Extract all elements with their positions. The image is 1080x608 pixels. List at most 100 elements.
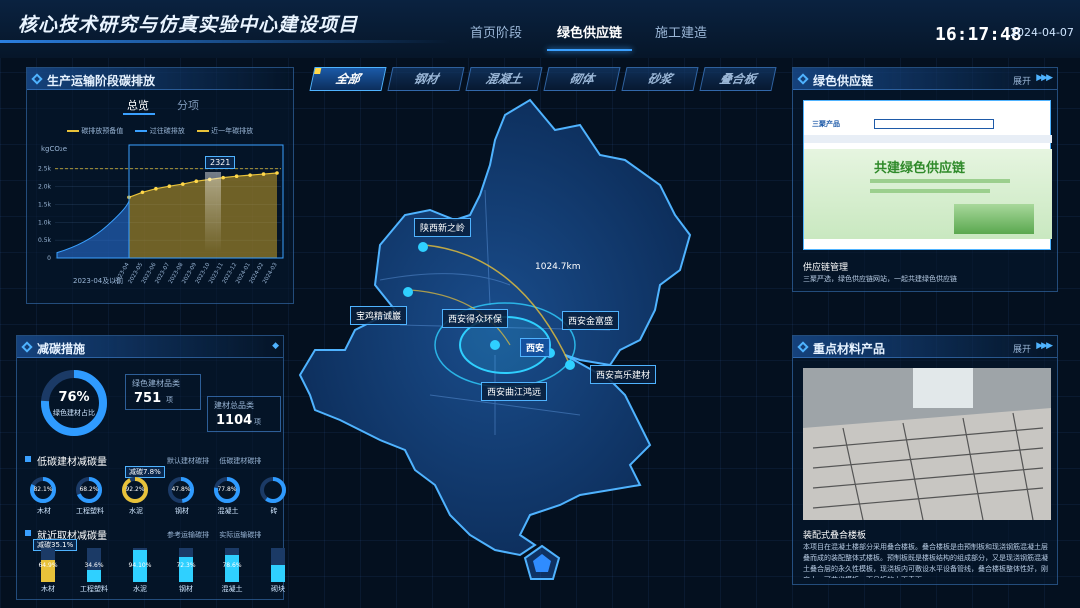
- material-caption-text: 本项目在混凝土楼部分采用叠合楼板。叠合楼板是由预制板和现浇钢筋混凝土层叠而成的装…: [803, 543, 1048, 578]
- pentagon-icon[interactable]: [522, 543, 562, 583]
- nearby-item[interactable]: 78.6% 混凝土: [215, 542, 251, 598]
- nav-home-stage[interactable]: 首页阶段: [470, 22, 522, 41]
- corner-arrow-icon: ◆: [272, 341, 279, 351]
- mini-ring: [260, 477, 286, 503]
- triple-arrow-icon[interactable]: ▶▶▶: [1036, 73, 1053, 83]
- map-point[interactable]: [490, 340, 500, 350]
- item-percent: 77.8%: [217, 486, 237, 493]
- expand-link[interactable]: 展开: [1013, 342, 1031, 355]
- map-point[interactable]: [565, 360, 575, 370]
- item-percent: 68.2%: [79, 486, 99, 493]
- green-count-box: 绿色建材品类 751 项: [125, 374, 201, 410]
- historical-area: [56, 200, 130, 259]
- preview-banner: 共建绿色供应链: [804, 149, 1052, 239]
- supply-panel-title: 绿色供应链: [813, 74, 874, 88]
- item-percent: 34.6%: [84, 562, 104, 569]
- data-point: [140, 190, 145, 195]
- place-label[interactable]: 西安金富盛: [562, 311, 620, 330]
- section-marker: [25, 530, 31, 536]
- green-count-label: 绿色建材品类: [132, 379, 180, 388]
- green-unit: 项: [166, 396, 173, 404]
- tab-steel[interactable]: 钢材: [387, 67, 465, 91]
- place-label[interactable]: 陕西新之岭: [414, 218, 472, 237]
- low-carbon-item[interactable]: 92.2% 水泥: [119, 476, 159, 524]
- item-label: 工程塑料: [80, 585, 108, 593]
- reduction-panel-title: 减碳措施: [37, 342, 86, 356]
- item-label: 砖: [270, 507, 278, 515]
- low-carbon-item[interactable]: 77.8% 混凝土: [211, 476, 251, 524]
- page-title: 核心技术研究与仿真实验中心建设项目: [18, 14, 359, 36]
- preview-search-bar: [874, 119, 994, 129]
- legend-label: 低碳建材碳排: [219, 457, 262, 465]
- low-carbon-item[interactable]: 砖: [257, 476, 297, 524]
- tab-mortar[interactable]: 砂浆: [621, 67, 699, 91]
- item-percent: 64.9%: [38, 562, 58, 569]
- place-label[interactable]: 西安曲江鸿远: [481, 382, 548, 401]
- total-count-box: 建材总品类 1104 项: [207, 396, 281, 432]
- ring-value: 76%: [58, 390, 90, 405]
- data-point: [275, 171, 279, 175]
- bar-fill: [271, 565, 285, 582]
- preview-logo: 三聚产品: [812, 120, 840, 128]
- material-panel-header: 重点材料产品 展开 ▶▶▶: [793, 336, 1057, 358]
- low-carbon-title: 低碳建材减碳量: [37, 457, 107, 468]
- supply-caption-title: 供应链管理: [803, 263, 849, 273]
- nearby-item[interactable]: 64.9% 木材: [31, 542, 67, 598]
- y-tick-label: 0.5k: [38, 237, 52, 244]
- low-carbon-item[interactable]: 47.8% 钢材: [165, 476, 205, 524]
- section-marker: [25, 456, 31, 462]
- place-label[interactable]: 西安得众环保: [442, 309, 509, 328]
- place-label[interactable]: 西安高乐建材: [590, 365, 657, 384]
- diamond-icon: [797, 341, 809, 353]
- supply-caption-text: 三聚严选，绿色供应链网站，一起共建绿色供应链: [803, 275, 957, 283]
- title-underline: [0, 40, 450, 43]
- supply-site-preview[interactable]: 三聚产品 共建绿色供应链: [803, 100, 1052, 250]
- tab-all[interactable]: 全部: [309, 67, 387, 91]
- y-tick-label: 1.0k: [38, 219, 52, 226]
- triple-arrow-icon[interactable]: ▶▶▶: [1036, 341, 1053, 351]
- item-label: 混凝土: [217, 507, 239, 515]
- low-carbon-item[interactable]: 68.2% 工程塑料: [73, 476, 113, 524]
- place-label[interactable]: 宝鸡精诚巖: [350, 306, 408, 325]
- map-point[interactable]: [418, 242, 428, 252]
- nearby-item[interactable]: 34.6% 工程塑料: [77, 542, 113, 598]
- map-point[interactable]: [403, 287, 413, 297]
- legend-label: 参考运输碳排: [167, 531, 209, 539]
- preview-line: [870, 189, 990, 193]
- data-point: [181, 182, 185, 186]
- material-caption-title: 装配式叠合楼板: [803, 531, 867, 541]
- item-label: 钢材: [175, 507, 189, 515]
- slab-photo[interactable]: [803, 368, 1051, 520]
- data-point: [248, 173, 252, 177]
- nearby-item[interactable]: 砌块: [261, 542, 297, 598]
- material-filter-tabs: 全部 钢材 混凝土 砌体 砂浆 叠合板: [309, 67, 782, 93]
- nav-construction[interactable]: 施工建造: [655, 22, 707, 41]
- preview-line: [870, 179, 1010, 183]
- emission-chart: 2.5k2.0k1.5k1.0k0.5k02023-042023-052023-…: [38, 144, 284, 285]
- data-point: [194, 179, 199, 184]
- reduction-panel: 减碳措施 ◆ 76% 绿色建材占比 绿色建材品类 751 项 建材总品类 110…: [16, 335, 286, 600]
- x-first-label: 2023-04及以前: [73, 277, 124, 285]
- tab-composite-slab[interactable]: 叠合板: [699, 67, 777, 91]
- place-label-main[interactable]: 西安: [520, 338, 551, 357]
- item-percent: 47.8%: [171, 486, 191, 493]
- nearby-legend: 参考运输碳排 实际运输碳排: [167, 530, 261, 540]
- tab-concrete[interactable]: 混凝土: [465, 67, 543, 91]
- diamond-icon: [21, 341, 33, 353]
- expand-link[interactable]: 展开: [1013, 74, 1031, 87]
- legend-label: 实际运输碳排: [219, 531, 262, 539]
- distance-label: 1024.7km: [535, 262, 581, 272]
- nearby-item[interactable]: 94.10% 水泥: [123, 542, 159, 598]
- nav-green-supply[interactable]: 绿色供应链: [546, 22, 633, 51]
- item-label: 木材: [41, 585, 55, 593]
- y-tick-label: 2.0k: [38, 184, 52, 191]
- nearby-item[interactable]: 72.3% 钢材: [169, 542, 205, 598]
- legend-label: 默认建材碳排: [167, 457, 209, 465]
- item-label: 钢材: [179, 585, 193, 593]
- hover-highlight: [205, 172, 221, 252]
- item-label: 砌块: [271, 585, 285, 593]
- data-point: [167, 184, 172, 189]
- tab-masonry[interactable]: 砌体: [543, 67, 621, 91]
- low-carbon-item[interactable]: 82.1% 木材: [27, 476, 67, 524]
- total-count-label: 建材总品类: [214, 401, 254, 410]
